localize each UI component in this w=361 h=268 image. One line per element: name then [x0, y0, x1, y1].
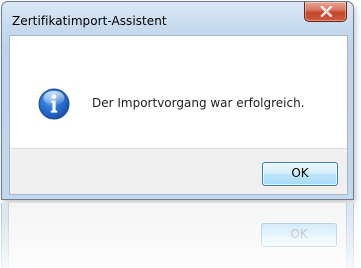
screenshot-stage: Zertifikatimport-Assistent Der Importvor… [0, 0, 361, 268]
info-icon [38, 88, 70, 120]
close-icon [320, 6, 333, 17]
dialog-message: Der Importvorgang war erfolgreich. [92, 96, 305, 110]
title-bar[interactable]: Zertifikatimport-Assistent [2, 2, 353, 36]
reflection-fade [1, 203, 354, 268]
button-panel: OK [10, 148, 347, 194]
message-dialog-window: Zertifikatimport-Assistent Der Importvor… [1, 1, 354, 200]
window-title: Zertifikatimport-Assistent [12, 14, 167, 28]
window-reflection: OK [1, 203, 354, 268]
dialog-content: Der Importvorgang war erfolgreich. OK [9, 35, 348, 195]
ok-button[interactable]: OK [262, 162, 338, 186]
close-button[interactable] [304, 2, 347, 22]
